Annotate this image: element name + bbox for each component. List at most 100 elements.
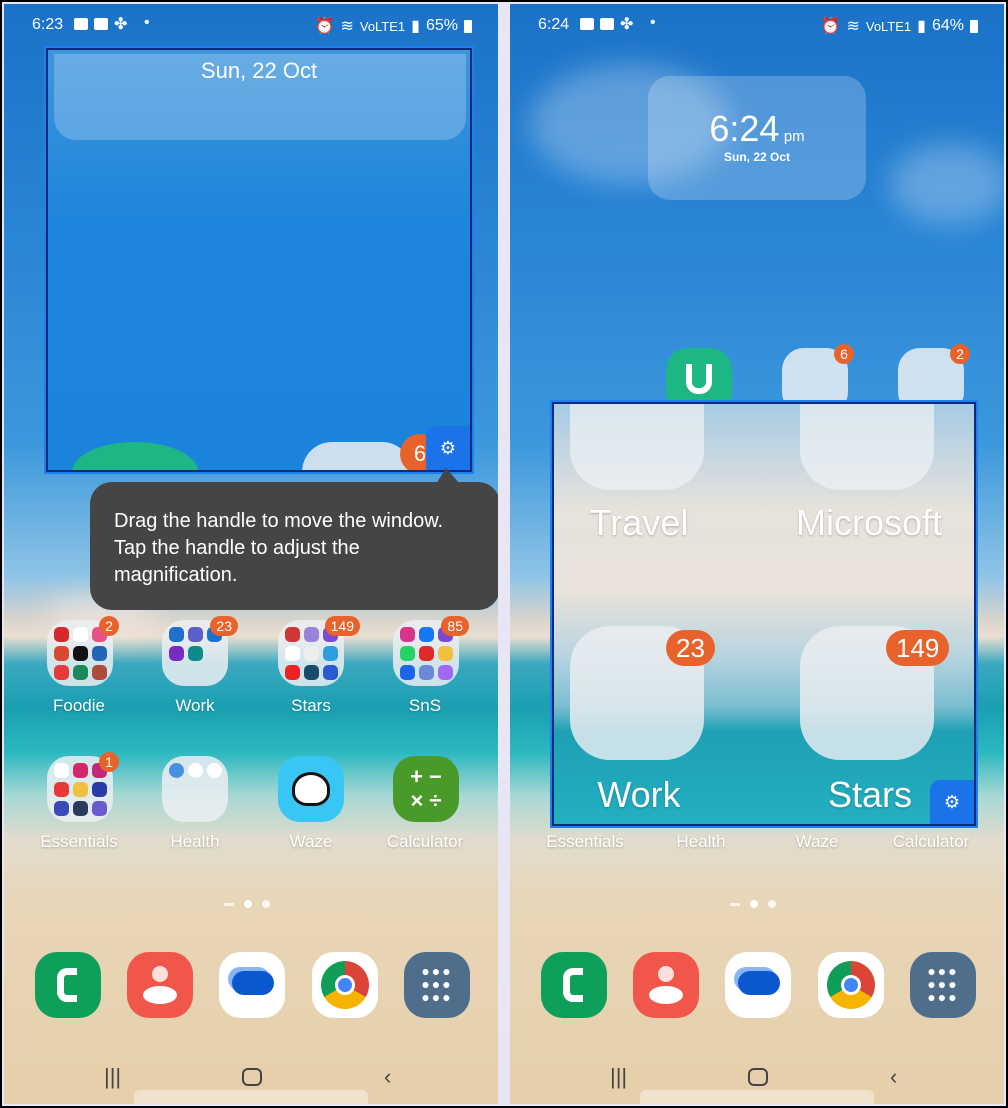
recents-button[interactable]: |||	[104, 1064, 121, 1090]
alarm-icon: ⏰	[820, 18, 841, 35]
folder-essentials[interactable]: 1	[47, 752, 119, 822]
tooltip-text: Drag the handle to move the window. Tap …	[114, 510, 444, 586]
magnified-app-partial	[72, 442, 198, 470]
home-page-dot	[244, 900, 252, 908]
magnifier-handle[interactable]: ⚙	[930, 780, 974, 824]
folder-stars[interactable]: 149	[278, 616, 360, 686]
alarm-icon: ⏰	[314, 18, 335, 35]
folder-health[interactable]	[162, 756, 228, 822]
notification-badge: 2	[99, 616, 119, 636]
wifi-icon: ≋	[846, 18, 860, 35]
clock-time: 6:24	[709, 108, 780, 149]
waze-icon	[292, 772, 330, 806]
magnified-folder-partial	[302, 442, 412, 470]
signal-icon: ▮	[917, 18, 926, 35]
folder-foodie[interactable]: 2	[47, 616, 119, 686]
more-notifications-dot: •	[650, 14, 656, 31]
magnifier-handle[interactable]: ⚙	[426, 426, 470, 470]
contacts-icon	[658, 966, 674, 982]
folder-preview	[54, 763, 107, 816]
messages-app[interactable]	[219, 952, 285, 1018]
fan-notification-icon: ✤	[620, 16, 634, 33]
volte-indicator: VoLTE1	[865, 18, 912, 34]
folder-work[interactable]: 23	[162, 616, 238, 686]
contacts-app[interactable]	[633, 952, 699, 1018]
more-notifications-dot: •	[144, 14, 150, 31]
app-drawer-icon: ●●● ●●● ●●●	[421, 963, 453, 1005]
home-button[interactable]	[242, 1068, 262, 1086]
mi-home-icon	[686, 364, 712, 394]
phone-app[interactable]	[541, 952, 607, 1018]
battery-percent: 65%	[425, 17, 458, 34]
home-button[interactable]	[748, 1068, 768, 1086]
folder-sns[interactable]: 85	[393, 616, 469, 686]
chrome-app[interactable]	[312, 952, 378, 1018]
app-label: Waze	[795, 832, 839, 851]
app-label: Calculator	[386, 832, 464, 851]
messages-icon	[232, 971, 274, 995]
notification-badge: 85	[441, 616, 469, 636]
back-button[interactable]: ‹	[384, 1064, 391, 1090]
messages-icon	[738, 971, 780, 995]
battery-percent: 64%	[931, 17, 964, 34]
folder-label: Foodie	[53, 696, 105, 715]
wifi-icon: ≋	[340, 18, 354, 35]
phone-icon	[563, 968, 583, 1002]
gesture-area	[640, 1090, 874, 1104]
notification-badge: 6	[834, 344, 854, 364]
app-drawer-button[interactable]: ●●● ●●● ●●●	[910, 952, 976, 1018]
folder-label: Health	[170, 832, 220, 851]
app-drawer-button[interactable]: ●●● ●●● ●●●	[404, 952, 470, 1018]
comparison-frame: 6:23 ✤ • ⏰ ≋ VoLTE1 ▮ 65% Sun, 22 Oct 6 …	[2, 2, 1006, 1106]
app-label: Waze	[289, 832, 333, 851]
chrome-app[interactable]	[818, 952, 884, 1018]
gallery-notification-icon	[74, 18, 88, 30]
contacts-app[interactable]	[127, 952, 193, 1018]
folder-label: Essentials	[546, 832, 624, 851]
status-bar: 6:24 ✤ • ⏰ ≋ VoLTE1 ▮ 64%	[510, 14, 1004, 40]
magnified-badge: 149	[886, 630, 950, 666]
youtube-notification-icon	[94, 18, 108, 30]
youtube-notification-icon	[600, 18, 614, 30]
recents-button[interactable]: |||	[610, 1064, 627, 1090]
magnified-badge: 23	[666, 630, 715, 666]
magnified-folder-travel[interactable]	[570, 404, 704, 490]
waze-app[interactable]	[278, 756, 344, 822]
clock-widget[interactable]: 6:24 pm Sun, 22 Oct	[648, 76, 866, 200]
folder-label: Work	[175, 696, 215, 715]
move-settings-icon: ⚙	[943, 791, 961, 812]
phone-app[interactable]	[35, 952, 101, 1018]
fan-notification-icon: ✤	[114, 16, 128, 33]
chrome-icon-center	[335, 975, 355, 995]
status-time: 6:23	[32, 16, 64, 33]
page-dot	[262, 900, 270, 908]
app-label: Calculator	[892, 832, 970, 851]
status-bar: 6:23 ✤ • ⏰ ≋ VoLTE1 ▮ 65%	[4, 14, 498, 40]
signal-icon: ▮	[411, 18, 420, 35]
notification-badge: 149	[324, 616, 360, 636]
page-indicator[interactable]	[730, 900, 776, 908]
back-button[interactable]: ‹	[890, 1064, 897, 1090]
clock-ampm: pm	[783, 128, 805, 145]
calculator-app[interactable]: + − × ÷	[393, 756, 459, 822]
magnifier-tooltip: Drag the handle to move the window. Tap …	[90, 482, 498, 610]
menu-page-icon	[730, 902, 740, 906]
volte-indicator: VoLTE1	[359, 18, 406, 34]
battery-icon	[464, 19, 472, 33]
magnified-folder-label: Travel	[589, 502, 689, 543]
folder-preview	[400, 627, 453, 680]
folder-label: Health	[676, 832, 726, 851]
notification-badge: 2	[950, 344, 970, 364]
page-indicator[interactable]	[224, 900, 270, 908]
magnified-folder-microsoft[interactable]	[800, 404, 934, 490]
magnified-date: Sun, 22 Oct	[200, 58, 318, 83]
menu-page-icon	[224, 902, 234, 906]
magnifier-window[interactable]: Sun, 22 Oct 6 ⚙	[44, 46, 474, 474]
clock-date: Sun, 22 Oct	[723, 150, 791, 164]
magnifier-window[interactable]: Travel Microsoft 23 Work 149 Stars ⚙	[550, 400, 978, 828]
status-time: 6:24	[538, 16, 570, 33]
magnified-folder-label: Stars	[827, 774, 913, 815]
folder-preview	[169, 763, 222, 778]
left-phone-screen: 6:23 ✤ • ⏰ ≋ VoLTE1 ▮ 65% Sun, 22 Oct 6 …	[4, 4, 498, 1104]
messages-app[interactable]	[725, 952, 791, 1018]
